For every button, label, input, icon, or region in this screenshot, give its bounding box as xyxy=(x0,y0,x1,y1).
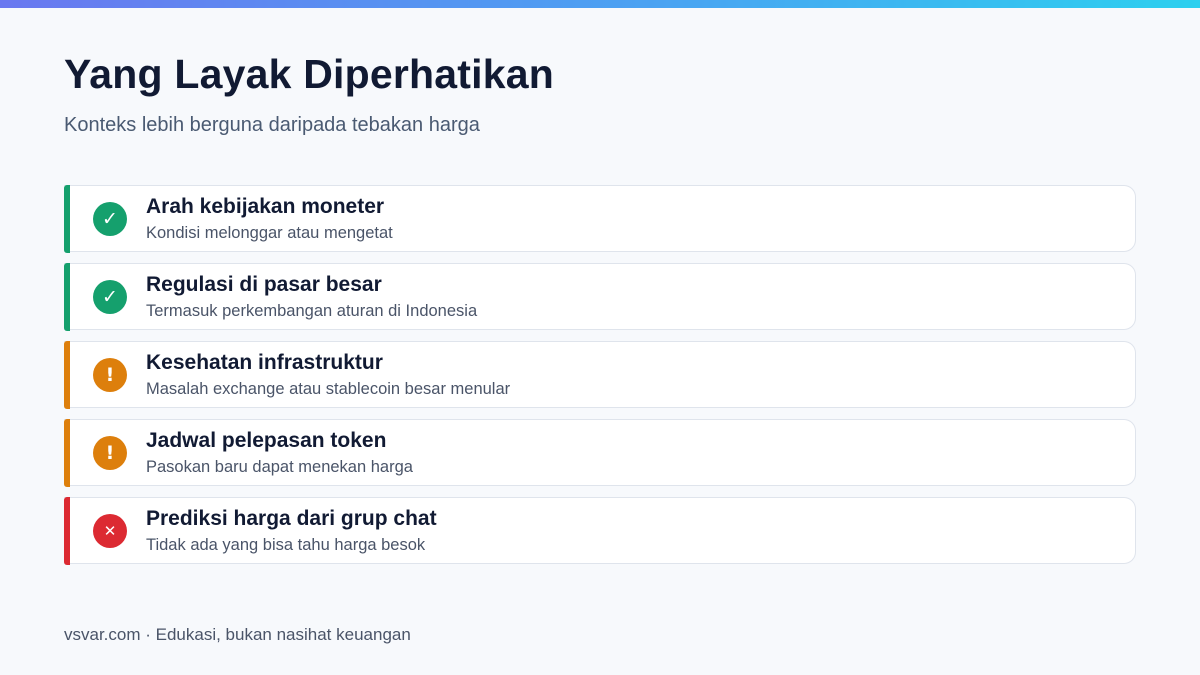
item-title: Regulasi di pasar besar xyxy=(146,273,382,296)
list-item: ✓ Regulasi di pasar besar Termasuk perke… xyxy=(64,262,1136,331)
item-description: Pasokan baru dapat menekan harga xyxy=(146,458,413,476)
list-item: ! Kesehatan infrastruktur Masalah exchan… xyxy=(64,340,1136,409)
status-accent-bar xyxy=(64,496,70,565)
checklist: ✓ Arah kebijakan moneter Kondisi melongg… xyxy=(64,184,1136,575)
status-accent-bar xyxy=(64,184,70,253)
check-icon: ✓ xyxy=(93,202,127,236)
exclamation-icon: ! xyxy=(93,358,127,392)
list-item: ✓ Arah kebijakan moneter Kondisi melongg… xyxy=(64,184,1136,253)
status-accent-bar xyxy=(64,262,70,331)
item-description: Masalah exchange atau stablecoin besar m… xyxy=(146,380,511,398)
status-accent-bar xyxy=(64,418,70,487)
check-icon: ✓ xyxy=(93,280,127,314)
page-title: Yang Layak Diperhatikan xyxy=(64,51,554,97)
item-title: Arah kebijakan moneter xyxy=(146,195,385,218)
list-item: ✕ Prediksi harga dari grup chat Tidak ad… xyxy=(64,496,1136,565)
top-gradient-bar xyxy=(0,0,1200,8)
cross-icon: ✕ xyxy=(93,514,127,548)
list-item: ! Jadwal pelepasan token Pasokan baru da… xyxy=(64,418,1136,487)
item-title: Kesehatan infrastruktur xyxy=(146,351,383,374)
item-description: Kondisi melonggar atau mengetat xyxy=(146,224,393,242)
status-accent-bar xyxy=(64,340,70,409)
footer-note: vsvar.com · Edukasi, bukan nasihat keuan… xyxy=(64,625,411,644)
exclamation-icon: ! xyxy=(93,436,127,470)
page-subtitle: Konteks lebih berguna daripada tebakan h… xyxy=(64,114,480,136)
item-description: Tidak ada yang bisa tahu harga besok xyxy=(146,536,426,554)
item-title: Prediksi harga dari grup chat xyxy=(146,507,437,530)
item-title: Jadwal pelepasan token xyxy=(146,429,387,452)
item-description: Termasuk perkembangan aturan di Indonesi… xyxy=(146,302,478,320)
